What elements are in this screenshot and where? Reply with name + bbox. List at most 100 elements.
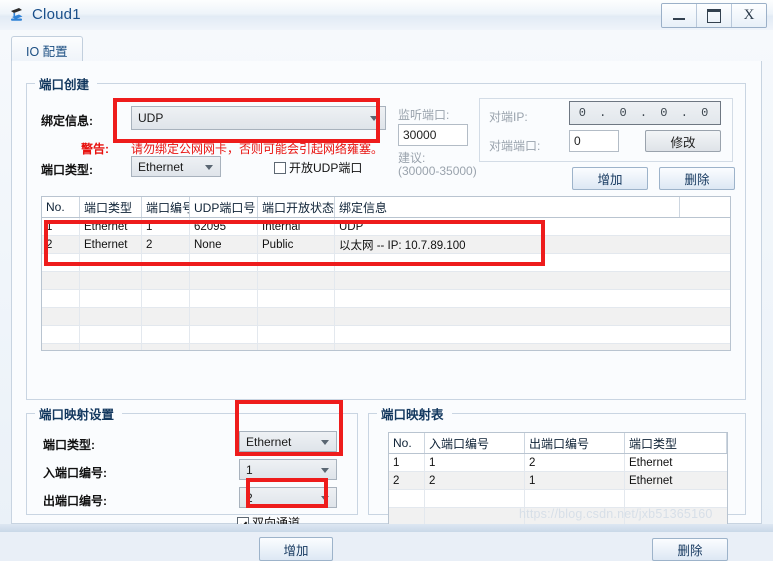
table-cell — [258, 308, 335, 325]
table-row-empty[interactable] — [42, 344, 730, 350]
table-cell — [335, 254, 680, 271]
table-row-empty[interactable] — [42, 272, 730, 290]
table-cell — [335, 344, 680, 350]
table-cell — [389, 490, 425, 507]
table-row[interactable]: 1 Ethernet 1 62095 Internal UDP — [42, 218, 730, 236]
title-bar: Cloud1 X — [0, 0, 773, 31]
table-cell — [142, 290, 190, 307]
tab-io-config[interactable]: IO 配置 — [11, 36, 83, 63]
table-row[interactable]: 2 2 1 Ethernet — [389, 472, 727, 490]
listen-port-input[interactable]: 30000 — [398, 124, 468, 146]
modify-button[interactable]: 修改 — [645, 130, 721, 152]
chevron-down-icon — [321, 495, 329, 501]
table-cell — [625, 490, 727, 507]
in-port-label: 入端口编号: — [43, 466, 107, 480]
watermark-text: https://blog.csdn.net/jxb51365160 — [519, 507, 713, 521]
map-delete-button[interactable]: 删除 — [652, 538, 728, 561]
port-type-value: Ethernet — [138, 159, 184, 174]
binding-info-combo[interactable]: UDP — [131, 106, 386, 130]
table-cell — [258, 344, 335, 350]
table-cell — [190, 290, 258, 307]
column-header: 入端口编号 — [425, 433, 525, 453]
close-button[interactable]: X — [731, 4, 766, 27]
table-row-empty[interactable] — [42, 290, 730, 308]
suggest-range: (30000-35000) — [398, 164, 477, 178]
map-port-type-combo[interactable]: Ethernet — [239, 431, 337, 452]
port-type-combo[interactable]: Ethernet — [131, 156, 221, 177]
in-port-combo[interactable]: 1 — [239, 459, 337, 480]
map-add-button[interactable]: 增加 — [259, 537, 333, 561]
table-cell — [42, 254, 80, 271]
table-cell — [335, 326, 680, 343]
minimize-icon — [673, 17, 685, 20]
table-cell: Ethernet — [80, 236, 142, 253]
table-cell — [335, 308, 680, 325]
column-header: No. — [389, 433, 425, 453]
table-cell — [42, 272, 80, 289]
add-port-button[interactable]: 增加 — [572, 167, 648, 190]
peer-ip-input[interactable]: 0 . 0 . 0 . 0 — [569, 101, 721, 125]
table-cell: 1 — [425, 454, 525, 471]
table-cell — [258, 254, 335, 271]
table-cell — [389, 508, 425, 525]
peer-ip-label: 对端IP: — [489, 110, 528, 124]
table-cell: 1 — [525, 472, 625, 489]
column-header: 端口开放状态 — [258, 197, 335, 217]
minimize-button[interactable] — [662, 4, 696, 27]
chevron-down-icon — [205, 164, 213, 170]
table-cell — [142, 326, 190, 343]
chevron-down-icon — [321, 467, 329, 473]
column-header: 端口编号 — [142, 197, 190, 217]
open-udp-checkbox[interactable]: 开放UDP端口 — [274, 159, 362, 176]
table-cell: 2 — [389, 472, 425, 489]
table-cell: Ethernet — [629, 456, 673, 469]
table-cell — [80, 344, 142, 350]
table-row[interactable]: 2 Ethernet 2 None Public 以太网 -- IP: 10.7.89.1… — [42, 236, 730, 254]
mapping-table-title: 端口映射表 — [377, 404, 452, 422]
table-header-row: No. 入端口编号 出端口编号 端口类型 — [389, 433, 727, 454]
table-row-empty[interactable] — [389, 490, 727, 508]
io-config-panel: 端口创建 绑定信息: UDP 警告: 请勿绑定公网网卡，否则可能会引起网络雍塞。… — [11, 61, 762, 561]
table-cell — [80, 290, 142, 307]
window-controls: X — [661, 3, 767, 28]
table-cell — [190, 344, 258, 350]
out-port-combo[interactable]: 2 — [239, 487, 337, 508]
application-window: Cloud1 X IO 配置 端口创建 绑定信息: UDP 警告: 请勿绑定公网… — [0, 0, 773, 561]
delete-port-button[interactable]: 删除 — [659, 167, 735, 190]
table-cell — [42, 326, 80, 343]
chevron-down-icon — [370, 116, 378, 121]
peer-port-input[interactable]: 0 — [569, 130, 619, 152]
port-creation-title: 端口创建 — [35, 74, 98, 92]
table-row-empty[interactable] — [42, 308, 730, 326]
port-type-label: 端口类型: — [41, 163, 93, 177]
peer-port-label: 对端端口: — [489, 139, 541, 153]
peer-ip-value: 0 . 0 . 0 . 0 — [578, 106, 712, 120]
port-table[interactable]: No. 端口类型 端口编号 UDP端口号 端口开放状态 绑定信息 1 Ethernet 1 62… — [41, 196, 731, 351]
table-cell — [425, 508, 525, 525]
table-cell: 以太网 -- IP: 10.7.89.100 — [339, 239, 466, 252]
table-row-empty[interactable] — [42, 254, 730, 272]
table-row-empty[interactable] — [42, 326, 730, 344]
maximize-icon — [707, 8, 721, 23]
chevron-down-icon — [321, 439, 329, 445]
table-cell — [258, 326, 335, 343]
out-port-label: 出端口编号: — [43, 494, 107, 508]
table-cell — [42, 344, 80, 350]
table-cell — [335, 290, 680, 307]
table-cell — [80, 326, 142, 343]
table-cell: 1 — [142, 218, 190, 235]
open-udp-label: 开放UDP端口 — [289, 161, 363, 175]
binding-info-value: UDP — [138, 111, 164, 125]
mapping-settings-group: 端口映射设置 端口类型: Ethernet 入端口编号: 1 出端口编号: 2 — [26, 404, 358, 561]
maximize-button[interactable] — [696, 4, 731, 27]
table-cell — [425, 490, 525, 507]
table-cell — [42, 290, 80, 307]
table-cell: 62095 — [190, 218, 258, 235]
table-cell — [258, 272, 335, 289]
table-header-row: No. 端口类型 端口编号 UDP端口号 端口开放状态 绑定信息 — [42, 197, 730, 218]
table-cell: Ethernet — [629, 474, 673, 487]
table-cell — [142, 308, 190, 325]
window-title: Cloud1 — [32, 6, 81, 23]
table-body: 1 Ethernet 1 62095 Internal UDP 2 Ethernet 2 None… — [42, 218, 730, 350]
table-row[interactable]: 1 1 2 Ethernet — [389, 454, 727, 472]
